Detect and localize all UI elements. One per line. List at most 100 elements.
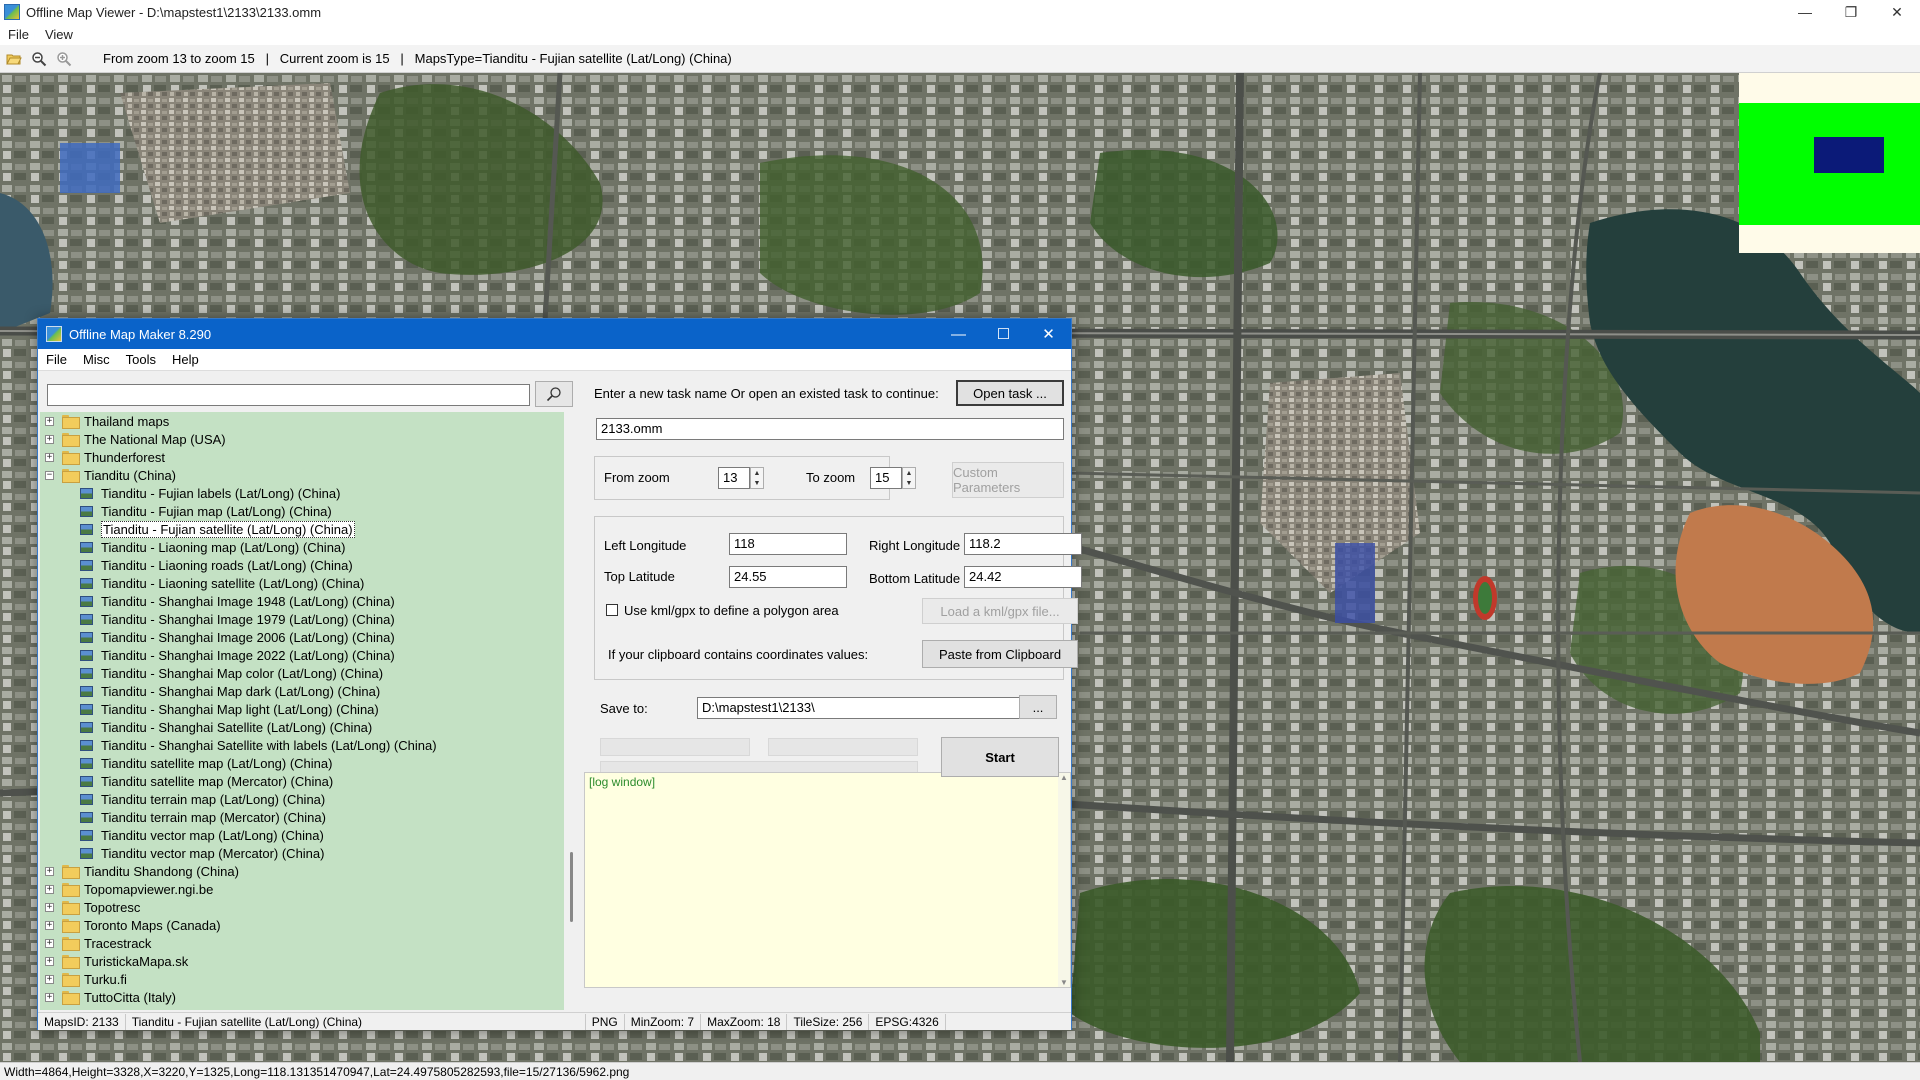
tree-map-item[interactable]: Tianditu - Shanghai Map dark (Lat/Long) … [40, 682, 564, 700]
tree-map-item[interactable]: Tianditu - Shanghai Map light (Lat/Long)… [40, 700, 564, 718]
dialog-menu-misc[interactable]: Misc [75, 352, 118, 367]
map-layer-icon [80, 559, 93, 571]
map-layer-icon [80, 811, 93, 823]
tree-item-label: Tianditu - Shanghai Satellite with label… [101, 737, 437, 753]
expand-icon[interactable]: + [45, 452, 54, 462]
tree-item-label: Tianditu vector map (Lat/Long) (China) [101, 827, 324, 843]
log-scrollbar[interactable]: ▲ ▼ [1058, 773, 1070, 987]
dialog-titlebar[interactable]: Offline Map Maker 8.290 — ☐ ✕ [38, 319, 1071, 349]
task-name-field[interactable]: 2133.omm [596, 418, 1064, 440]
bottom-latitude-field[interactable]: 24.42 [964, 566, 1082, 588]
expand-icon[interactable]: + [45, 974, 54, 984]
tree-folder-item[interactable]: − Tianditu (China) [40, 466, 564, 484]
tree-map-item[interactable]: Tianditu terrain map (Mercator) (China) [40, 808, 564, 826]
start-button[interactable]: Start [941, 737, 1059, 777]
log-window[interactable]: [log window] ▲ ▼ [584, 772, 1071, 988]
tree-folder-item[interactable]: + Thunderforest [40, 448, 564, 466]
tree-map-item[interactable]: Tianditu - Shanghai Satellite (Lat/Long)… [40, 718, 564, 736]
tree-map-item[interactable]: Tianditu vector map (Lat/Long) (China) [40, 826, 564, 844]
left-longitude-field[interactable]: 118 [729, 533, 847, 555]
dialog-menu-help[interactable]: Help [164, 352, 207, 367]
tree-folder-item[interactable]: + TuristickaMapa.sk [40, 952, 564, 970]
to-zoom-spinner[interactable]: ▲ ▼ [902, 467, 916, 489]
paste-from-clipboard-button[interactable]: Paste from Clipboard [922, 640, 1078, 668]
overview-minimap[interactable] [1739, 73, 1920, 253]
use-kml-checkbox[interactable] [606, 604, 618, 616]
tree-folder-item[interactable]: + Toronto Maps (Canada) [40, 916, 564, 934]
zoom-out-icon[interactable] [28, 48, 50, 70]
minimize-button[interactable]: — [1782, 0, 1828, 24]
tree-map-item[interactable]: Tianditu satellite map (Mercator) (China… [40, 772, 564, 790]
custom-parameters-button[interactable]: Custom Parameters [952, 462, 1064, 498]
save-to-path-field[interactable]: D:\mapstest1\2133\ [697, 697, 1057, 719]
tree-folder-item[interactable]: + Thailand maps [40, 412, 564, 430]
tree-map-item[interactable]: Tianditu vector map (Mercator) (China) [40, 844, 564, 862]
tree-folder-item[interactable]: + TuttoCitta (Italy) [40, 988, 564, 1006]
expand-icon[interactable]: + [45, 938, 54, 948]
expand-icon[interactable]: + [45, 434, 54, 444]
status-format: PNG [586, 1013, 625, 1030]
collapse-icon[interactable]: − [45, 470, 54, 480]
dialog-menu-file[interactable]: File [38, 352, 75, 367]
tree-scrollbar-thumb[interactable] [570, 852, 573, 922]
expand-icon[interactable]: + [45, 902, 54, 912]
from-zoom-spinner[interactable]: ▲ ▼ [750, 467, 764, 489]
tree-map-item[interactable]: Tianditu - Liaoning roads (Lat/Long) (Ch… [40, 556, 564, 574]
to-zoom-field[interactable]: 15 [870, 467, 902, 489]
tree-map-item[interactable]: Tianditu terrain map (Lat/Long) (China) [40, 790, 564, 808]
tree-folder-item[interactable]: + Tracestrack [40, 934, 564, 952]
tree-map-item[interactable]: Tianditu - Shanghai Image 2006 (Lat/Long… [40, 628, 564, 646]
map-layer-icon [80, 595, 93, 607]
tree-folder-item[interactable]: + Tianditu Shandong (China) [40, 862, 564, 880]
browse-folder-button[interactable]: ... [1019, 695, 1057, 719]
tree-scrollbar[interactable] [566, 412, 579, 1010]
right-longitude-field[interactable]: 118.2 [964, 533, 1082, 555]
dialog-menu-tools[interactable]: Tools [118, 352, 164, 367]
search-button[interactable] [535, 381, 573, 407]
tree-item-label: Tianditu (China) [84, 467, 177, 483]
expand-icon[interactable]: + [45, 956, 54, 966]
tree-map-item[interactable]: Tianditu - Shanghai Map color (Lat/Long)… [40, 664, 564, 682]
maximize-button[interactable]: ❐ [1828, 0, 1874, 24]
minimap-current-view[interactable] [1814, 137, 1884, 173]
zoom-in-icon[interactable] [53, 48, 75, 70]
tree-item-label: TuristickaMapa.sk [84, 953, 189, 969]
dialog-maximize-button[interactable]: ☐ [981, 319, 1026, 349]
from-zoom-field[interactable]: 13 [718, 467, 750, 489]
load-kml-button[interactable]: Load a kml/gpx file... [922, 598, 1078, 624]
tree-map-item[interactable]: Tianditu - Fujian map (Lat/Long) (China) [40, 502, 564, 520]
open-folder-icon[interactable] [3, 48, 25, 70]
tree-map-item[interactable]: Tianditu - Fujian satellite (Lat/Long) (… [40, 520, 564, 538]
tree-folder-item[interactable]: + The National Map (USA) [40, 430, 564, 448]
dialog-minimize-button[interactable]: — [936, 319, 981, 349]
map-layer-icon [80, 577, 93, 589]
tree-map-item[interactable]: Tianditu - Liaoning map (Lat/Long) (Chin… [40, 538, 564, 556]
open-task-button[interactable]: Open task ... [956, 380, 1064, 406]
dialog-close-button[interactable]: ✕ [1026, 319, 1071, 349]
tree-map-item[interactable]: Tianditu - Shanghai Image 1979 (Lat/Long… [40, 610, 564, 628]
tree-folder-item[interactable]: + Topomapviewer.ngi.be [40, 880, 564, 898]
expand-icon[interactable]: + [45, 416, 54, 426]
tree-item-label: TuttoCitta (Italy) [84, 989, 176, 1005]
expand-icon[interactable]: + [45, 884, 54, 894]
map-source-tree[interactable]: + Thailand maps + The National Map (USA) + Th… [40, 412, 564, 1010]
expand-icon[interactable]: + [45, 866, 54, 876]
tree-map-item[interactable]: Tianditu - Shanghai Image 1948 (Lat/Long… [40, 592, 564, 610]
menu-view[interactable]: View [37, 27, 81, 42]
menu-file[interactable]: File [0, 27, 37, 42]
expand-icon[interactable]: + [45, 920, 54, 930]
close-button[interactable]: ✕ [1874, 0, 1920, 24]
tree-folder-item[interactable]: + Topotresc [40, 898, 564, 916]
top-latitude-field[interactable]: 24.55 [729, 566, 847, 588]
map-search-input[interactable] [47, 384, 530, 406]
tree-map-item[interactable]: Tianditu satellite map (Lat/Long) (China… [40, 754, 564, 772]
tree-item-label: Tianditu - Fujian labels (Lat/Long) (Chi… [101, 485, 341, 501]
expand-icon[interactable]: + [45, 992, 54, 1002]
tree-map-item[interactable]: Tianditu - Fujian labels (Lat/Long) (Chi… [40, 484, 564, 502]
tree-map-item[interactable]: Tianditu - Shanghai Image 2022 (Lat/Long… [40, 646, 564, 664]
tree-folder-item[interactable]: + Turku.fi [40, 970, 564, 988]
tree-map-item[interactable]: Tianditu - Shanghai Satellite with label… [40, 736, 564, 754]
tree-map-item[interactable]: Tianditu - Liaoning satellite (Lat/Long)… [40, 574, 564, 592]
map-source-pane: + Thailand maps + The National Map (USA) + Th… [38, 372, 579, 1012]
app-icon [4, 4, 20, 20]
